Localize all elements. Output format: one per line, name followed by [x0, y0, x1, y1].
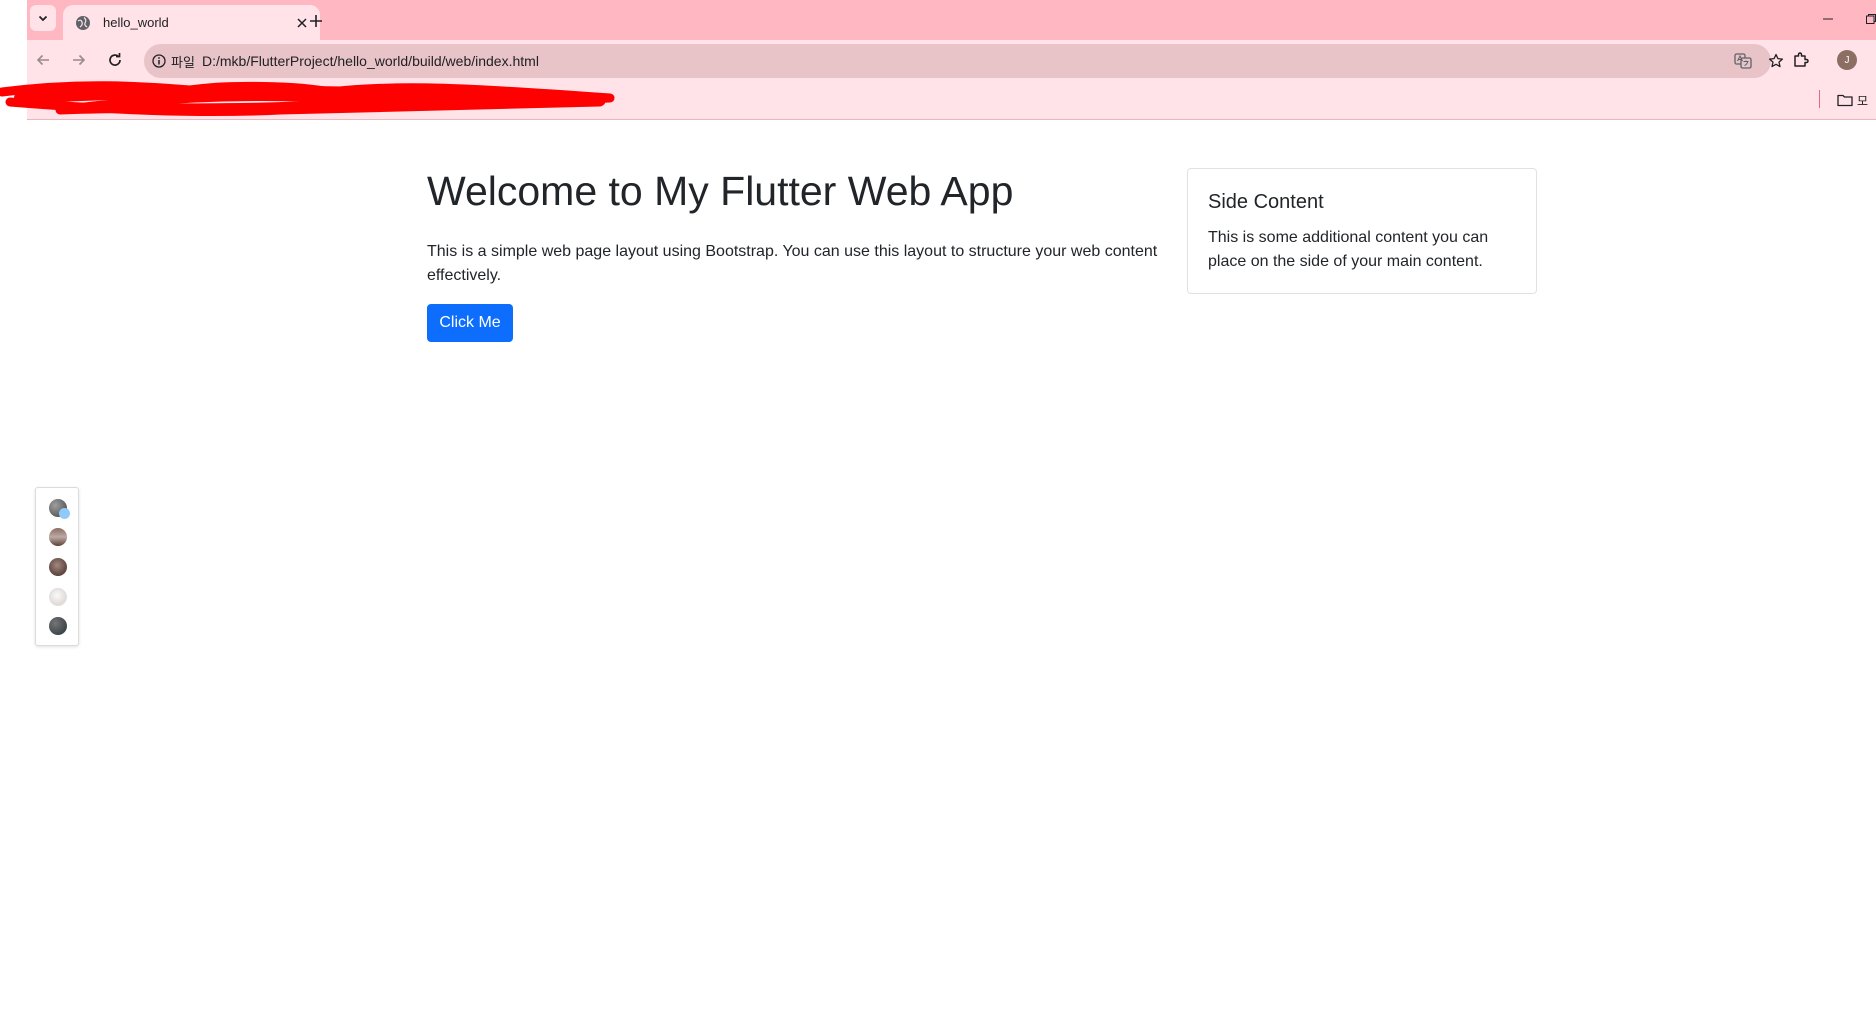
- site-info-label: 파일: [171, 54, 195, 70]
- restore-icon: [1866, 14, 1876, 24]
- floating-avatar-3[interactable]: [49, 558, 67, 576]
- floating-avatar-4[interactable]: [49, 588, 67, 606]
- side-content-card: Side Content This is some additional con…: [1187, 168, 1537, 294]
- info-icon: [152, 54, 166, 68]
- tab-search-button[interactable]: [30, 5, 56, 31]
- click-me-button[interactable]: Click Me: [427, 304, 513, 342]
- translate-icon: [1734, 53, 1752, 69]
- arrow-left-icon: [36, 54, 49, 66]
- maximize-button[interactable]: [1861, 9, 1876, 29]
- site-info-button[interactable]: 파일: [152, 51, 195, 71]
- plus-icon: [310, 15, 322, 27]
- bookmarks-folder-label: 모: [1857, 93, 1869, 108]
- puzzle-icon: [1794, 52, 1809, 67]
- forward-button[interactable]: [67, 48, 91, 72]
- floating-avatar-2[interactable]: [49, 528, 67, 546]
- reload-button[interactable]: [103, 48, 127, 72]
- tab-strip: hello_world: [27, 0, 1876, 40]
- extensions-button[interactable]: [1790, 49, 1812, 71]
- floating-badge: [59, 508, 70, 519]
- chevron-down-icon: [38, 15, 48, 22]
- url-text[interactable]: D:/mkb/FlutterProject/hello_world/build/…: [202, 53, 539, 69]
- back-button[interactable]: [31, 48, 55, 72]
- address-bar[interactable]: 파일 D:/mkb/FlutterProject/hello_world/bui…: [144, 44, 1784, 78]
- intro-paragraph: This is a simple web page layout using B…: [427, 243, 1158, 284]
- side-card-title: Side Content: [1208, 191, 1324, 213]
- folder-icon: [1837, 94, 1853, 107]
- profile-avatar[interactable]: J: [1837, 50, 1857, 70]
- minimize-icon: [1823, 18, 1833, 20]
- globe-icon: [76, 15, 90, 30]
- browser-toolbar: 파일 D:/mkb/FlutterProject/hello_world/bui…: [27, 40, 1876, 80]
- minimize-button[interactable]: [1818, 9, 1838, 29]
- side-card-text: This is some additional content you can …: [1208, 229, 1489, 270]
- page-title: Welcome to My Flutter Web App: [427, 168, 1014, 214]
- translate-button[interactable]: [1733, 51, 1753, 71]
- arrow-right-icon: [73, 54, 86, 66]
- floating-avatar-5[interactable]: [49, 617, 67, 635]
- bookmarks-separator: [1819, 90, 1820, 108]
- tab-title: hello_world: [103, 15, 169, 30]
- tab-hello-world[interactable]: hello_world: [63, 5, 320, 40]
- bookmarks-folder[interactable]: 모: [1837, 90, 1868, 110]
- bookmark-star-button[interactable]: [1766, 51, 1786, 71]
- reload-icon: [109, 53, 121, 66]
- new-tab-button[interactable]: [302, 7, 330, 35]
- floating-avatar-panel: [35, 487, 79, 646]
- star-icon: [1768, 53, 1784, 68]
- redaction-scribble: [0, 81, 615, 117]
